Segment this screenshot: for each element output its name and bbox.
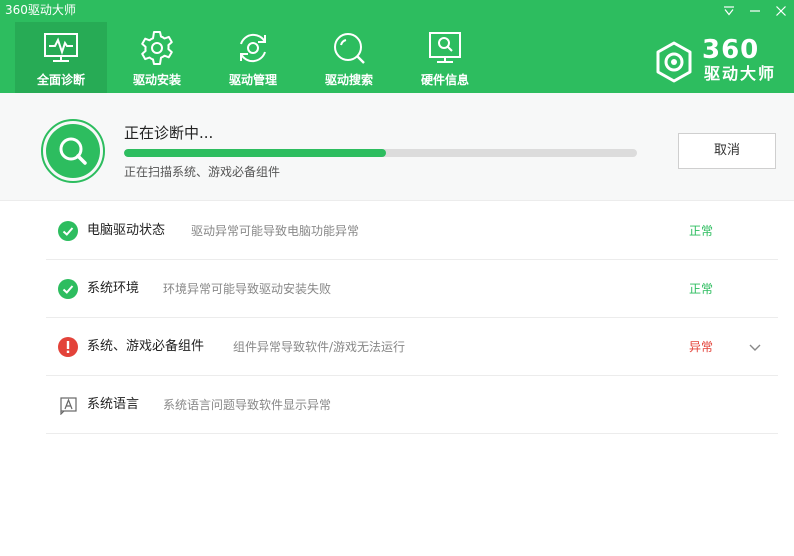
- scan-progress-bar: [124, 149, 637, 157]
- scan-title: 正在诊断中...: [124, 124, 214, 142]
- triangle-down-icon: [724, 6, 734, 16]
- check-title: 系统环境: [87, 281, 140, 296]
- check-row-components[interactable]: 系统、游戏必备组件 组件异常导致软件/游戏无法运行 异常: [46, 318, 778, 376]
- tab-label: 硬件信息: [420, 73, 469, 87]
- brand-logo: 360 驱动大师: [652, 35, 782, 86]
- scan-panel: 正在诊断中... 正在扫描系统、游戏必备组件 取消: [0, 93, 794, 201]
- app-title: 360驱动大师: [5, 3, 76, 17]
- tab-full-diagnosis[interactable]: 全面诊断: [15, 22, 107, 93]
- check-description: 环境异常可能导致驱动安装失败: [163, 282, 332, 296]
- scan-progress-fill: [124, 149, 386, 157]
- check-row-system-env: 系统环境 环境异常可能导致驱动安装失败 正常: [46, 260, 778, 318]
- gear-hexagon-logo-icon: [656, 41, 692, 83]
- check-status: 正常: [689, 282, 714, 296]
- search-icon: [334, 33, 365, 64]
- check-status: 正常: [689, 224, 714, 238]
- close-icon: [776, 6, 786, 16]
- minimize-icon: [750, 10, 760, 12]
- tab-driver-search[interactable]: 驱动搜索: [303, 22, 395, 93]
- tab-hardware-info[interactable]: 硬件信息: [399, 22, 491, 93]
- menu-dropdown-button[interactable]: [718, 1, 740, 21]
- check-description: 系统语言问题导致软件显示异常: [163, 398, 332, 412]
- brand-name: 驱动大师: [704, 64, 777, 83]
- tab-label: 驱动安装: [132, 73, 181, 87]
- scan-status-text: 正在扫描系统、游戏必备组件: [124, 165, 281, 179]
- title-bar: 360驱动大师: [0, 0, 794, 22]
- chevron-down-icon[interactable]: [748, 340, 762, 354]
- language-icon: [60, 397, 77, 415]
- check-status: 异常: [689, 340, 714, 354]
- check-row-system-language: 系统语言 系统语言问题导致软件显示异常: [46, 376, 778, 434]
- check-circle-icon: [58, 221, 78, 241]
- monitor-search-icon: [429, 32, 461, 63]
- minimize-button[interactable]: [744, 1, 766, 21]
- check-title: 系统语言: [87, 397, 140, 412]
- brand-number: 360: [702, 35, 760, 65]
- gear-icon: [141, 31, 173, 65]
- tab-driver-install[interactable]: 驱动安装: [111, 22, 203, 93]
- close-button[interactable]: [770, 1, 792, 21]
- scan-search-icon: [41, 119, 105, 183]
- check-row-driver-status: 电脑驱动状态 驱动异常可能导致电脑功能异常 正常: [46, 202, 778, 260]
- tab-driver-manage[interactable]: 驱动管理: [207, 22, 299, 93]
- check-circle-icon: [58, 279, 78, 299]
- check-description: 驱动异常可能导致电脑功能异常: [191, 224, 360, 238]
- check-title: 系统、游戏必备组件: [87, 339, 205, 354]
- check-description: 组件异常导致软件/游戏无法运行: [233, 340, 406, 354]
- check-title: 电脑驱动状态: [87, 223, 166, 238]
- error-circle-icon: [58, 337, 78, 357]
- app-header: 360驱动大师 全面诊断 驱动安装 驱动管理 驱动搜索 硬件信息 360 驱动大…: [0, 0, 794, 93]
- tab-label: 驱动管理: [228, 73, 277, 87]
- monitor-pulse-icon: [44, 33, 78, 62]
- tab-label: 驱动搜索: [324, 73, 373, 87]
- cancel-button[interactable]: 取消: [678, 133, 776, 169]
- tab-label: 全面诊断: [36, 73, 85, 87]
- refresh-gear-icon: [240, 33, 266, 63]
